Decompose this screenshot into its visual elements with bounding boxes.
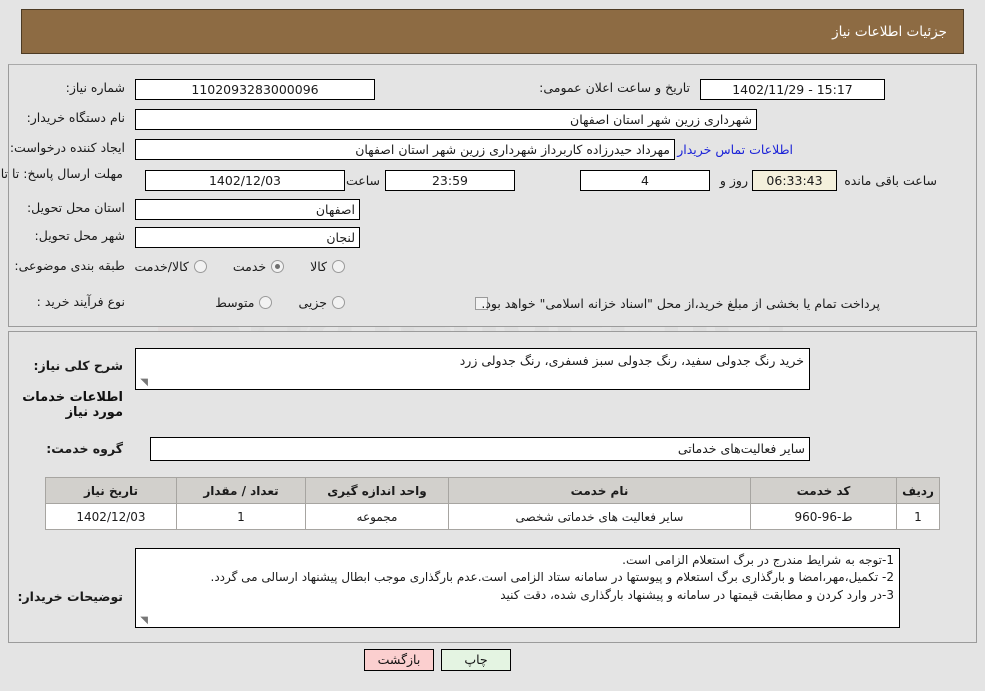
print-button[interactable]: چاپ	[441, 649, 511, 671]
public-announce-row: تاریخ و ساعت اعلان عمومی:	[539, 80, 690, 96]
deadline-date: 1402/12/03	[145, 170, 345, 191]
public-announce-label: تاریخ و ساعت اعلان عمومی:	[539, 80, 690, 95]
col-need-date: تاریخ نیاز	[45, 477, 177, 504]
need-number-row: شماره نیاز:	[66, 80, 125, 96]
radio-icon[interactable]	[332, 260, 345, 274]
buyer-note-line: 1-توجه به شرایط مندرج در برگ استعلام الز…	[622, 553, 894, 567]
radio-icon[interactable]	[332, 296, 345, 310]
buyer-contact-link[interactable]: اطلاعات تماس خریدار	[677, 142, 793, 157]
remaining-days-label: روز و	[719, 173, 748, 188]
cell-need-date: 1402/12/03	[45, 503, 177, 530]
buyer-note-line: 2- تکمیل،مهر،امضا و بارگذاری برگ استعلام…	[210, 570, 895, 585]
deadline-hour-label: ساعت	[345, 173, 380, 188]
classification-option-kala-khadamat[interactable]: کالا/خدمت	[134, 259, 207, 275]
process-type-option-motavaset[interactable]: متوسط	[215, 295, 273, 311]
cell-code: ط-96-960	[750, 503, 897, 530]
service-group-label: گروه خدمت:	[46, 441, 123, 456]
table-header-row: ردیف کد خدمت نام خدمت واحد اندازه گیری ت…	[45, 477, 940, 504]
need-description-label: شرح کلی نیاز:	[33, 358, 123, 373]
col-code: کد خدمت	[750, 477, 897, 504]
need-description-textarea[interactable]: خرید رنگ جدولی سفید، رنگ جدولی سبز فسفری…	[135, 348, 810, 390]
deadline-label: مهلت ارسال پاسخ: تا تاریخ:	[0, 166, 123, 181]
buyer-org-label: نام دستگاه خریدار:	[26, 110, 125, 125]
classification-radio-group: کالا خدمت کالا/خدمت	[134, 259, 345, 275]
buyer-org-row: نام دستگاه خریدار:	[27, 110, 125, 126]
col-quantity: تعداد / مقدار	[176, 477, 306, 504]
province-value: اصفهان	[135, 199, 360, 220]
col-row-no: ردیف	[896, 477, 940, 504]
buyer-org-value: شهرداری زرین شهر استان اصفهان	[135, 109, 757, 130]
back-button[interactable]: بازگشت	[364, 649, 434, 671]
treasury-text: پرداخت تمام یا بخشی از مبلغ خرید،از محل …	[481, 296, 880, 311]
need-description-value: خرید رنگ جدولی سفید، رنگ جدولی سبز فسفری…	[459, 353, 804, 368]
table-row: 1 ط-96-960 سایر فعالیت های خدماتی شخصی م…	[45, 503, 940, 530]
classification-row: طبقه بندی موضوعی:	[14, 258, 125, 274]
process-type-option-jozee[interactable]: جزیی	[298, 295, 345, 311]
remaining-days: 4	[580, 170, 710, 191]
resize-grip-icon[interactable]: ◥	[138, 616, 148, 626]
classification-label: طبقه بندی موضوعی:	[14, 258, 125, 273]
col-unit: واحد اندازه گیری	[305, 477, 449, 504]
cell-row-no: 1	[896, 503, 940, 530]
services-table: ردیف کد خدمت نام خدمت واحد اندازه گیری ت…	[45, 477, 940, 530]
remaining-time-countdown: 06:33:43	[752, 170, 837, 191]
page-title: جزئیات اطلاعات نیاز	[832, 23, 947, 40]
creator-row: ایجاد کننده درخواست:	[10, 140, 125, 156]
city-value: لنجان	[135, 227, 360, 248]
remaining-time-label: ساعت باقی مانده	[844, 173, 937, 188]
process-type-radio-group: جزیی متوسط	[215, 295, 345, 311]
classification-option-khadamat[interactable]: خدمت	[233, 259, 285, 275]
process-type-row: نوع فرآیند خرید :	[37, 294, 125, 310]
province-label: استان محل تحویل:	[26, 200, 125, 215]
col-name: نام خدمت	[448, 477, 751, 504]
resize-grip-icon[interactable]: ◥	[138, 378, 148, 388]
province-row: استان محل تحویل:	[27, 200, 125, 216]
need-number-label: شماره نیاز:	[65, 80, 125, 95]
need-info-panel	[8, 64, 977, 327]
city-label: شهر محل تحویل:	[34, 228, 125, 243]
radio-icon[interactable]	[193, 260, 207, 274]
cell-quantity: 1	[176, 503, 306, 530]
cell-unit: مجموعه	[305, 503, 449, 530]
creator-value: مهرداد حیدرزاده کاربرداز شهرداری زرین شه…	[135, 139, 675, 160]
buyer-note-line: 3-در وارد کردن و مطابقت قیمتها در سامانه…	[500, 587, 894, 602]
radio-icon[interactable]	[271, 260, 285, 274]
creator-label: ایجاد کننده درخواست:	[9, 140, 125, 155]
need-number-value: 1102093283000096	[135, 79, 375, 100]
need-details-page: AriaTender.net جزئیات اطلاعات نیاز شماره…	[0, 0, 985, 691]
service-group-value: سایر فعالیت‌های خدماتی	[150, 437, 810, 461]
city-row: شهر محل تحویل:	[35, 228, 125, 244]
page-header: جزئیات اطلاعات نیاز	[21, 9, 964, 54]
public-announce-value: 15:17 - 1402/11/29	[700, 79, 885, 100]
process-type-label: نوع فرآیند خرید :	[36, 294, 125, 309]
services-section-heading: اطلاعات خدمات مورد نیاز	[22, 390, 123, 420]
cell-name: سایر فعالیت های خدماتی شخصی	[448, 503, 751, 530]
buyer-notes-label: توضیحات خریدار:	[17, 589, 123, 604]
radio-icon[interactable]	[259, 296, 273, 310]
deadline-hour: 23:59	[385, 170, 515, 191]
buyer-notes-textarea[interactable]: 1-توجه به شرایط مندرج در برگ استعلام الز…	[135, 548, 900, 628]
classification-option-kala[interactable]: کالا	[310, 259, 345, 275]
